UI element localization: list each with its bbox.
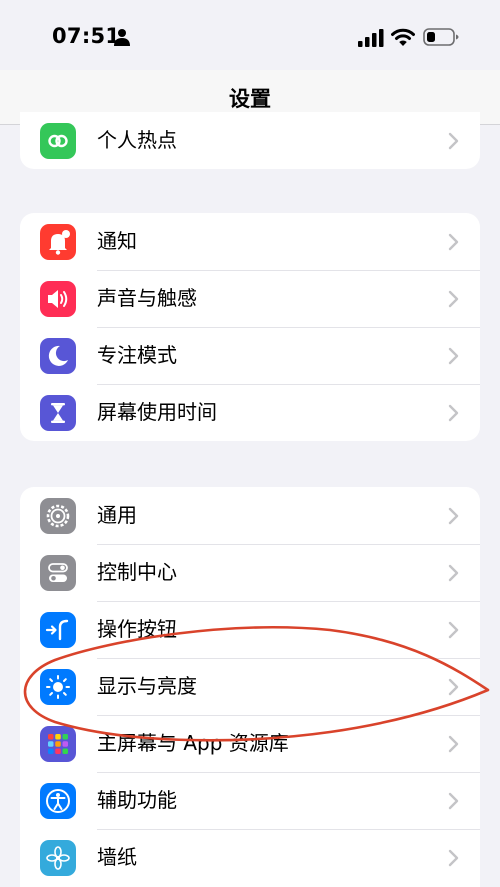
settings-row-label: 显示与亮度 (97, 674, 197, 698)
wallpaper-icon (40, 840, 76, 876)
sun-icon (40, 669, 76, 705)
page-title: 设置 (229, 87, 271, 111)
settings-row-label: 操作按钮 (97, 617, 177, 641)
chevron-right-icon (448, 792, 459, 810)
settings-row-notifications[interactable]: 通知 (20, 213, 480, 270)
settings-row-display-brightness[interactable]: 显示与亮度 (20, 658, 480, 715)
settings-row-label: 声音与触感 (97, 286, 197, 310)
chevron-right-icon (448, 233, 459, 251)
settings-row-label: 个人热点 (97, 128, 177, 152)
app-grid-icon (40, 726, 76, 762)
status-bar: 07:51 (0, 0, 500, 70)
settings-row-wallpaper[interactable]: 墙纸 (20, 829, 480, 886)
settings-row-label: 通知 (97, 229, 137, 253)
settings-row-label: 墙纸 (97, 845, 137, 869)
hotspot-icon (40, 123, 76, 159)
settings-row-label: 专注模式 (97, 343, 177, 367)
chevron-right-icon (448, 849, 459, 867)
chevron-right-icon (448, 621, 459, 639)
moon-icon (40, 338, 76, 374)
settings-row-control-center[interactable]: 控制中心 (20, 544, 480, 601)
status-time: 07:51 (52, 24, 121, 48)
chevron-right-icon (448, 132, 459, 150)
settings-row-general[interactable]: 通用 (20, 487, 480, 544)
settings-row-label: 主屏幕与 App 资源库 (97, 731, 289, 755)
settings-row-accessibility[interactable]: 辅助功能 (20, 772, 480, 829)
wifi-icon (391, 28, 415, 46)
settings-group-notifications: 通知 声音与触感 专注模式 屏幕使用时间 (20, 213, 480, 441)
settings-row-focus[interactable]: 专注模式 (20, 327, 480, 384)
settings-row-sounds[interactable]: 声音与触感 (20, 270, 480, 327)
settings-row-label: 控制中心 (97, 560, 177, 584)
settings-row-screen-time[interactable]: 屏幕使用时间 (20, 384, 480, 441)
settings-row-label: 通用 (97, 503, 137, 527)
speaker-icon (40, 281, 76, 317)
action-button-icon (40, 612, 76, 648)
settings-row-label: 辅助功能 (97, 788, 177, 812)
toggles-icon (40, 555, 76, 591)
hourglass-icon (40, 395, 76, 431)
chevron-right-icon (448, 290, 459, 308)
chevron-right-icon (448, 507, 459, 525)
person-icon (114, 29, 130, 46)
settings-group-connectivity: 个人热点 (20, 112, 480, 169)
bell-icon (40, 224, 76, 260)
chevron-right-icon (448, 735, 459, 753)
battery-icon (423, 28, 459, 46)
gear-icon (40, 498, 76, 534)
settings-group-general: 通用 控制中心 操作按钮 显示与亮度 主屏幕与 App 资源库 辅助功能 墙纸 (20, 487, 480, 887)
chevron-right-icon (448, 564, 459, 582)
settings-row-home-screen[interactable]: 主屏幕与 App 资源库 (20, 715, 480, 772)
settings-row-hotspot[interactable]: 个人热点 (20, 112, 480, 169)
accessibility-icon (40, 783, 76, 819)
cellular-signal-icon (358, 29, 384, 47)
settings-row-label: 屏幕使用时间 (97, 400, 217, 424)
chevron-right-icon (448, 404, 459, 422)
chevron-right-icon (448, 678, 459, 696)
chevron-right-icon (448, 347, 459, 365)
settings-row-action-button[interactable]: 操作按钮 (20, 601, 480, 658)
